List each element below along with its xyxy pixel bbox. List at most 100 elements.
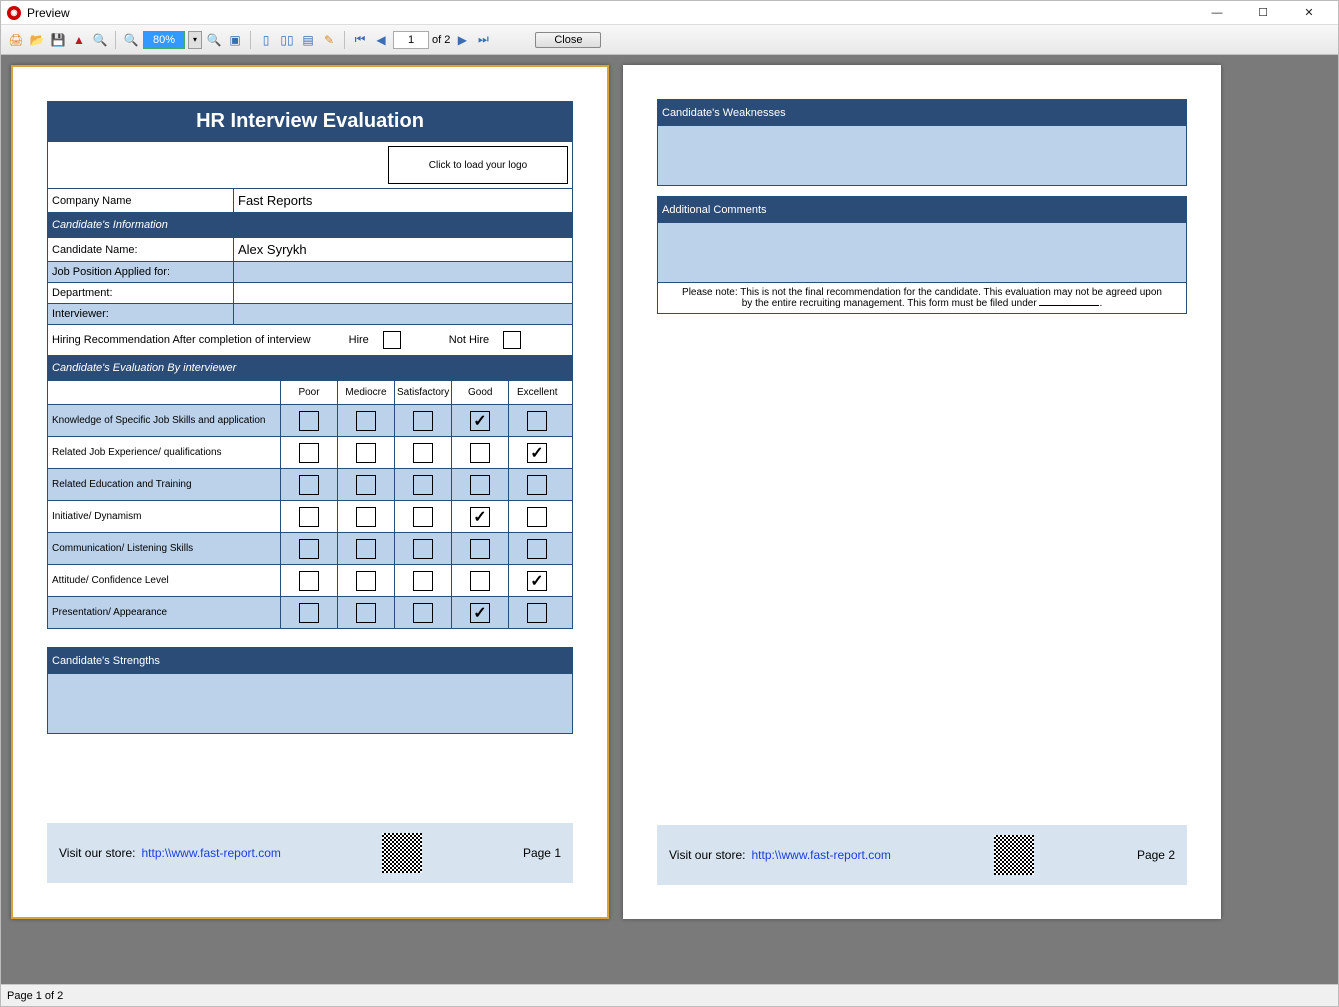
zoom-dropdown[interactable]: ▾ <box>188 31 202 49</box>
eval-checkbox[interactable] <box>413 539 433 559</box>
eval-checkbox[interactable] <box>527 507 547 527</box>
rating-col-poor: Poor <box>280 381 337 404</box>
find-icon[interactable]: 🔍 <box>91 31 109 49</box>
eval-row: Related Education and Training <box>48 468 572 500</box>
first-page-icon[interactable]: ⏮ <box>351 31 369 49</box>
next-page-icon[interactable]: ▶ <box>453 31 471 49</box>
save-icon[interactable]: 💾 <box>49 31 67 49</box>
prev-page-icon[interactable]: ◀ <box>372 31 390 49</box>
eval-row: Initiative/ Dynamism ✓ <box>48 500 572 532</box>
evaluation-header: Candidate's Evaluation By interviewer <box>48 355 572 380</box>
eval-checkbox[interactable] <box>527 603 547 623</box>
store-url-link[interactable]: http:\\www.fast-report.com <box>141 846 280 860</box>
pdf-icon[interactable]: ▲ <box>70 31 88 49</box>
thumbnails-icon[interactable]: ▤ <box>299 31 317 49</box>
eval-checkbox[interactable]: ✓ <box>527 571 547 591</box>
eval-checkbox[interactable] <box>356 539 376 559</box>
one-page-icon[interactable]: ▯ <box>257 31 275 49</box>
eval-checkbox[interactable] <box>470 443 490 463</box>
eval-checkbox[interactable] <box>356 475 376 495</box>
window-title: Preview <box>27 6 70 20</box>
eval-checkbox[interactable] <box>299 411 319 431</box>
comments-textarea[interactable] <box>658 222 1186 282</box>
eval-checkbox[interactable] <box>413 443 433 463</box>
last-page-icon[interactable]: ⏭ <box>474 31 492 49</box>
hire-label: Hire <box>349 334 369 346</box>
job-position-label: Job Position Applied for: <box>48 262 234 282</box>
eval-checkbox[interactable] <box>470 571 490 591</box>
eval-checkbox[interactable] <box>356 571 376 591</box>
rating-col-satisfactory: Satisfactory <box>394 381 451 404</box>
hiring-rec-label: Hiring Recommendation After completion o… <box>52 334 311 346</box>
print-icon[interactable]: 🖨 <box>7 31 25 49</box>
close-button[interactable]: Close <box>535 32 601 48</box>
eval-checkbox[interactable] <box>299 571 319 591</box>
not-hire-checkbox[interactable] <box>503 331 521 349</box>
rating-col-mediocre: Mediocre <box>337 381 394 404</box>
page-number-input[interactable] <box>393 31 429 49</box>
app-icon: ◉ <box>7 6 21 20</box>
page-2: Candidate's Weaknesses Additional Commen… <box>623 65 1221 919</box>
eval-checkbox[interactable]: ✓ <box>470 603 490 623</box>
eval-checkbox[interactable] <box>299 507 319 527</box>
comments-header: Additional Comments <box>658 197 1186 222</box>
zoom-value[interactable]: 80% <box>143 31 185 49</box>
weaknesses-header: Candidate's Weaknesses <box>658 100 1186 125</box>
eval-row: Knowledge of Specific Job Skills and app… <box>48 404 572 436</box>
eval-checkbox[interactable] <box>299 539 319 559</box>
zoom-in-icon[interactable]: 🔍 <box>122 31 140 49</box>
eval-row: Related Job Experience/ qualifications✓ <box>48 436 572 468</box>
candidate-name-value: Alex Syrykh <box>234 238 572 261</box>
eval-checkbox[interactable] <box>470 539 490 559</box>
close-window-button[interactable]: ✕ <box>1286 1 1332 25</box>
titlebar: ◉ Preview — ☐ ✕ <box>1 1 1338 25</box>
eval-checkbox[interactable] <box>299 443 319 463</box>
eval-checkbox[interactable]: ✓ <box>527 443 547 463</box>
eval-checkbox[interactable] <box>527 411 547 431</box>
eval-checkbox[interactable] <box>356 603 376 623</box>
logo-placeholder[interactable]: Click to load your logo <box>388 146 568 184</box>
eval-checkbox[interactable] <box>356 443 376 463</box>
eval-checkbox[interactable] <box>299 475 319 495</box>
minimize-button[interactable]: — <box>1194 1 1240 25</box>
eval-checkbox[interactable] <box>470 475 490 495</box>
interviewer-label: Interviewer: <box>48 304 234 324</box>
eval-checkbox[interactable] <box>413 507 433 527</box>
qr-code-icon-2 <box>994 835 1034 875</box>
qr-code-icon <box>382 833 422 873</box>
two-page-icon[interactable]: ▯▯ <box>278 31 296 49</box>
eval-criterion-label: Presentation/ Appearance <box>48 597 280 628</box>
status-text: Page 1 of 2 <box>7 990 63 1002</box>
eval-checkbox[interactable] <box>413 475 433 495</box>
eval-checkbox[interactable]: ✓ <box>470 507 490 527</box>
rating-col-excellent: Excellent <box>508 381 565 404</box>
eval-checkbox[interactable] <box>527 475 547 495</box>
job-position-value <box>234 262 572 282</box>
page-number-1: Page 1 <box>523 846 561 860</box>
weaknesses-textarea[interactable] <box>658 125 1186 185</box>
eval-checkbox[interactable] <box>356 411 376 431</box>
hire-checkbox[interactable] <box>383 331 401 349</box>
eval-checkbox[interactable] <box>527 539 547 559</box>
eval-criterion-label: Communication/ Listening Skills <box>48 533 280 564</box>
eval-checkbox[interactable] <box>299 603 319 623</box>
eval-checkbox[interactable] <box>356 507 376 527</box>
store-url-link-2[interactable]: http:\\www.fast-report.com <box>751 848 890 862</box>
maximize-button[interactable]: ☐ <box>1240 1 1286 25</box>
form-title: HR Interview Evaluation <box>48 102 572 141</box>
eval-criterion-label: Initiative/ Dynamism <box>48 501 280 532</box>
eval-checkbox[interactable] <box>413 411 433 431</box>
open-icon[interactable]: 📂 <box>28 31 46 49</box>
preview-canvas[interactable]: HR Interview Evaluation Click to load yo… <box>1 55 1338 984</box>
eval-checkbox[interactable]: ✓ <box>470 411 490 431</box>
fullscreen-icon[interactable]: ▣ <box>226 31 244 49</box>
page-total-label: of 2 <box>432 34 450 46</box>
strengths-textarea[interactable] <box>48 673 572 733</box>
zoom-out-icon[interactable]: 🔍 <box>205 31 223 49</box>
company-name-value: Fast Reports <box>234 189 572 212</box>
edit-icon[interactable]: ✎ <box>320 31 338 49</box>
eval-checkbox[interactable] <box>413 603 433 623</box>
strengths-header: Candidate's Strengths <box>48 648 572 673</box>
eval-checkbox[interactable] <box>413 571 433 591</box>
preview-window: ◉ Preview — ☐ ✕ 🖨 📂 💾 ▲ 🔍 🔍 80% ▾ 🔍 ▣ ▯ … <box>0 0 1339 1007</box>
